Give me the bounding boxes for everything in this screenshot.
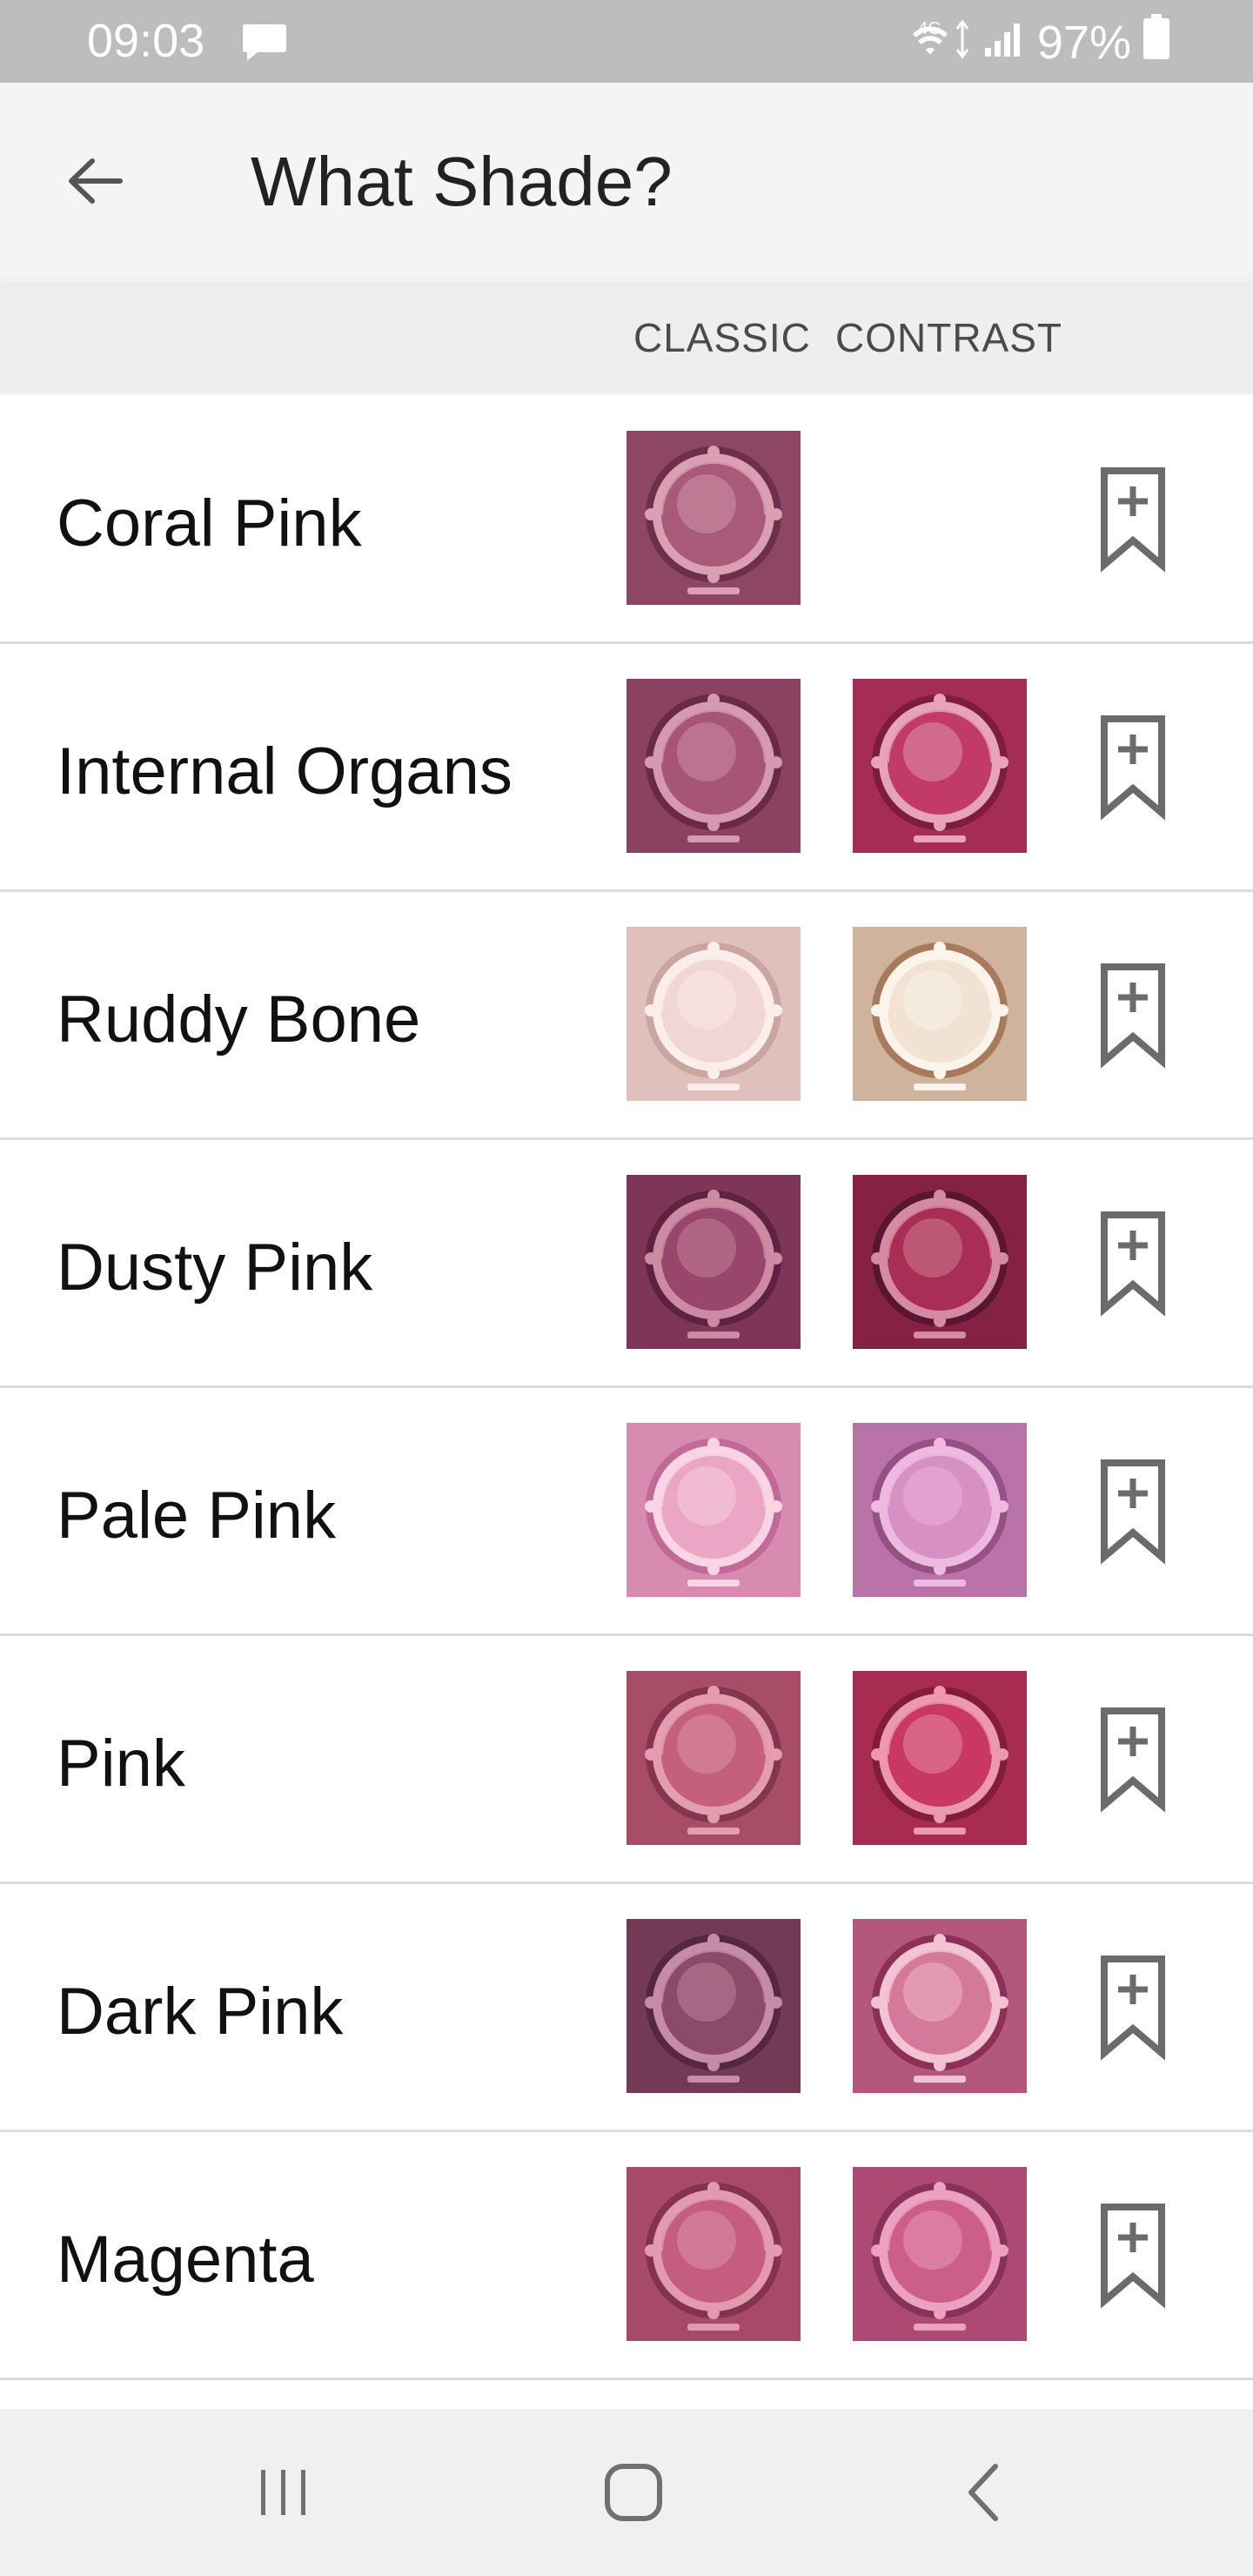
- recents-button[interactable]: [197, 2409, 371, 2576]
- shade-name: Pink: [57, 1727, 185, 1801]
- bookmark-add-icon: [1101, 1955, 1165, 2061]
- shade-name: Dusty Pink: [57, 1231, 373, 1305]
- shade-name: Coral Pink: [57, 486, 362, 560]
- shade-list[interactable]: Coral Pink Internal Organs Ruddy Bone Dusty…: [0, 396, 1253, 2406]
- classic-swatch-image[interactable]: [626, 1919, 801, 2093]
- classic-swatch-image[interactable]: [626, 2167, 801, 2341]
- contrast-swatch-image[interactable]: [853, 679, 1027, 853]
- nav-back-icon: [968, 2464, 998, 2521]
- bookmark-add-button[interactable]: [1092, 714, 1174, 822]
- shade-name: Ruddy Bone: [57, 983, 421, 1057]
- bookmark-add-icon: [1101, 963, 1165, 1069]
- signal-icon: [983, 16, 1025, 70]
- home-button[interactable]: [546, 2409, 720, 2576]
- system-nav-bar: [0, 2409, 1253, 2576]
- classic-swatch-image[interactable]: [626, 679, 801, 853]
- bookmark-add-button[interactable]: [1092, 466, 1174, 574]
- system-back-button[interactable]: [896, 2409, 1070, 2576]
- classic-column-label: CLASSIC: [633, 315, 811, 360]
- classic-swatch-image[interactable]: [626, 431, 801, 605]
- contrast-swatch-image[interactable]: [853, 1919, 1027, 2093]
- classic-swatch-image[interactable]: [626, 1671, 801, 1845]
- status-right: 4G 97%: [911, 14, 1169, 70]
- page-title: What Shade?: [251, 143, 673, 220]
- shade-row[interactable]: Magenta: [0, 2132, 1253, 2380]
- bookmark-add-icon: [1101, 715, 1165, 821]
- network-type: 4G: [918, 19, 941, 38]
- shade-row[interactable]: Pale Pink: [0, 1388, 1253, 1636]
- app-bar: What Shade?: [0, 83, 1253, 278]
- shade-row[interactable]: Coral Pink: [0, 396, 1253, 644]
- bookmark-add-button[interactable]: [1092, 1706, 1174, 1814]
- bookmark-add-icon: [1101, 1211, 1165, 1317]
- battery-level: 97%: [1036, 16, 1131, 69]
- shade-row[interactable]: Dusty Pink: [0, 1140, 1253, 1388]
- bookmark-add-button[interactable]: [1092, 2202, 1174, 2310]
- shade-name: Dark Pink: [57, 1975, 344, 2049]
- classic-swatch-image[interactable]: [626, 927, 801, 1101]
- contrast-swatch-image[interactable]: [853, 2167, 1027, 2341]
- bookmark-add-button[interactable]: [1092, 962, 1174, 1070]
- contrast-swatch-image[interactable]: [853, 927, 1027, 1101]
- bookmark-add-icon: [1101, 1707, 1165, 1813]
- shade-row[interactable]: Dark Pink: [0, 1884, 1253, 2132]
- back-button[interactable]: [54, 140, 136, 222]
- column-header: CLASSIC CONTRAST: [0, 281, 1253, 394]
- shade-name: Magenta: [57, 2223, 314, 2297]
- shade-row[interactable]: Internal Organs: [0, 644, 1253, 892]
- classic-swatch-image[interactable]: [626, 1423, 801, 1597]
- contrast-column-label: CONTRAST: [835, 315, 1062, 360]
- bookmark-add-button[interactable]: [1092, 1210, 1174, 1318]
- shade-row[interactable]: Ruddy Bone: [0, 892, 1253, 1140]
- shade-name: Pale Pink: [57, 1479, 337, 1553]
- shade-row[interactable]: Pink: [0, 1636, 1253, 1884]
- home-icon: [605, 2464, 662, 2521]
- bookmark-add-button[interactable]: [1092, 1458, 1174, 1566]
- contrast-swatch-image[interactable]: [853, 1175, 1027, 1349]
- bookmark-add-icon: [1101, 1459, 1165, 1565]
- bookmark-add-icon: [1101, 467, 1165, 573]
- arrow-left-icon: [69, 158, 123, 204]
- contrast-swatch-image[interactable]: [853, 1671, 1027, 1845]
- status-bar: 09:03 4G 97%: [0, 0, 1253, 83]
- contrast-swatch-image[interactable]: [853, 1423, 1027, 1597]
- bookmark-add-button[interactable]: [1092, 1954, 1174, 2062]
- battery-icon: [1143, 14, 1169, 70]
- classic-swatch-image[interactable]: [626, 1175, 801, 1349]
- charging-data-icon: [954, 16, 971, 70]
- status-time: 09:03: [87, 15, 205, 67]
- shade-name: Internal Organs: [57, 735, 513, 808]
- recents-icon: [261, 2470, 305, 2515]
- message-icon: [242, 23, 287, 67]
- bookmark-add-icon: [1101, 2204, 1165, 2309]
